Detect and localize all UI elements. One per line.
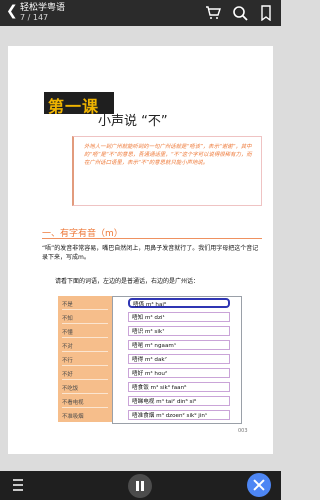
phrase-divider <box>62 309 108 310</box>
intro-text: 外地人一到广州就能听到的一句广州话就是“唔该”，表示“谢谢”，其中的“唔”是“不… <box>84 144 252 166</box>
bottom-bar <box>0 471 281 500</box>
cantonese-pronunciation[interactable]: 唔得 m⁴ dak⁷ <box>128 354 230 364</box>
page-counter: 7 / 147 <box>20 13 49 22</box>
mandarin-phrase: 不吃饭 <box>62 386 79 392</box>
mandarin-phrase: 不是 <box>62 302 73 308</box>
cantonese-pronunciation[interactable]: 唔睇电视 m⁴ tai² din⁶ si⁶ <box>128 396 230 406</box>
cantonese-pronunciation[interactable]: 唔知 m⁴ dzi¹ <box>128 312 230 322</box>
top-bar: ❮ 轻松学粤语 7 / 147 <box>0 0 281 26</box>
mandarin-phrase: 不准吸烟 <box>62 414 84 420</box>
close-icon[interactable] <box>247 473 271 497</box>
phrase-divider <box>62 365 108 366</box>
mandarin-phrase: 不行 <box>62 358 73 364</box>
back-arrow-icon[interactable]: ❮ <box>6 4 18 18</box>
paragraph-1-text: “唔”的发音非常容易，嘴巴自然闭上，用鼻子发音就行了。我们用字母把这个音记录下来… <box>42 245 259 261</box>
cantonese-pronunciation[interactable]: 唔食饭 m⁴ sik⁹ faan⁶ <box>128 382 230 392</box>
title-area: 轻松学粤语 7 / 147 <box>20 3 65 23</box>
cantonese-pronunciation[interactable]: 唔准食烟 m⁴ dzoen² sik⁹ jin¹ <box>128 410 230 420</box>
search-icon[interactable] <box>232 5 248 21</box>
lesson-title: 第一课 <box>48 97 100 116</box>
lesson-subtitle: 小声说 “不” <box>98 114 168 129</box>
phrase-divider <box>62 379 108 380</box>
instruction-text: 请看下面的词语，左边的是普通话，右边的是广州话： <box>55 278 200 285</box>
intro-box: 外地人一到广州就能听到的一句广州话就是“唔该”，表示“谢谢”，其中的“唔”是“不… <box>72 136 262 206</box>
cantonese-pronunciation[interactable]: 唔啱 m⁴ ngaam¹ <box>128 340 230 350</box>
mandarin-panel: 不是 不知 不懂 不对 不行 不好 不吃饭 不看电视 不准吸烟 <box>58 296 112 422</box>
mandarin-phrase: 不知 <box>62 316 73 322</box>
phrase-divider <box>62 393 108 394</box>
phrase-divider <box>62 337 108 338</box>
phrase-divider <box>62 407 108 408</box>
paragraph-1: “唔”的发音非常容易，嘴巴自然闭上，用鼻子发音就行了。我们用字母把这个音记录下来… <box>42 244 262 262</box>
cantonese-pronunciation[interactable]: 唔识 m⁴ sik⁷ <box>128 326 230 336</box>
app-title: 轻松学粤语 <box>20 3 66 13</box>
mandarin-phrase: 不对 <box>62 344 73 350</box>
mandarin-phrase: 不好 <box>62 372 73 378</box>
section-divider <box>42 238 262 239</box>
mandarin-phrase: 不看电视 <box>62 400 84 406</box>
phrase-divider <box>62 323 108 324</box>
page-number: 003 <box>238 428 248 434</box>
phrase-divider <box>62 351 108 352</box>
mandarin-phrase: 不懂 <box>62 330 73 336</box>
cantonese-pronunciation[interactable]: 唔好 m⁴ hou² <box>128 368 230 378</box>
pause-icon[interactable] <box>128 474 152 498</box>
menu-icon[interactable] <box>12 478 24 492</box>
bookmark-icon[interactable] <box>258 5 274 21</box>
cart-icon[interactable] <box>205 5 221 21</box>
cantonese-pronunciation[interactable]: 唔係 m⁴ hai⁶ <box>128 298 230 308</box>
